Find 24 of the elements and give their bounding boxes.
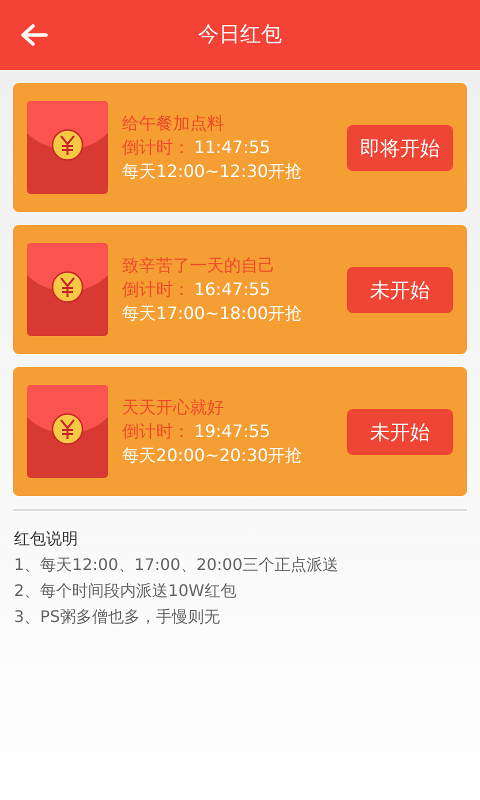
notes-title: 红包说明 — [14, 528, 79, 550]
status-button[interactable]: 未开始 — [347, 266, 453, 312]
countdown-label: 倒计时： — [122, 278, 190, 300]
packet-name: 给午餐加点料 — [122, 112, 225, 134]
schedule-text: 每天12:00~12:30开抢 — [122, 160, 304, 182]
schedule-text: 每天20:00~20:30开抢 — [122, 444, 304, 466]
back-icon[interactable] — [20, 23, 48, 47]
status-button[interactable]: 未开始 — [347, 408, 453, 454]
countdown-label: 倒计时： — [122, 420, 190, 442]
page-title: 今日红包 — [198, 21, 282, 48]
countdown-value: 19:47:55 — [193, 420, 270, 442]
note-line: 3、PS粥多僧也多，手慢则无 — [14, 606, 221, 628]
note-line: 1、每天12:00、17:00、20:00三个正点派送 — [14, 554, 340, 576]
envelope-icon — [27, 243, 108, 336]
note-line: 2、每个时间段内派送10W红包 — [14, 580, 238, 602]
status-button[interactable]: 即将开始 — [347, 124, 453, 170]
envelope-icon — [27, 385, 108, 478]
schedule-text: 每天17:00~18:00开抢 — [122, 302, 304, 324]
envelope-icon — [27, 101, 108, 194]
countdown-value: 16:47:55 — [193, 278, 270, 300]
countdown-value: 11:47:55 — [193, 136, 270, 158]
packet-name: 天天开心就好 — [122, 396, 225, 418]
packet-name: 致辛苦了一天的自己 — [122, 254, 276, 276]
countdown-label: 倒计时： — [122, 136, 190, 158]
